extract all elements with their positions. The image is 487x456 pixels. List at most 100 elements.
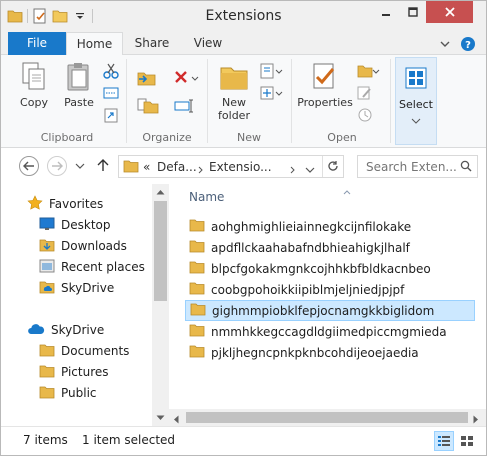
breadcrumb-separator-icon[interactable]	[198, 163, 204, 177]
list-item-label: gighmmpiobklfepjocnamgkkbiglidom	[212, 303, 435, 318]
properties-button[interactable]: Properties	[295, 61, 355, 109]
nav-item-skydrive-favorite[interactable]: SkyDrive	[39, 278, 114, 298]
paste-shortcut-icon[interactable]	[102, 107, 120, 123]
back-button[interactable]	[19, 156, 39, 176]
scroll-up-icon[interactable]	[155, 187, 166, 197]
navigation-bar: « Defa... Extensio...	[1, 148, 486, 184]
scrollbar-thumb[interactable]	[186, 412, 468, 423]
select-icon	[404, 66, 428, 90]
breadcrumb-separator-icon[interactable]	[290, 163, 296, 177]
nav-item-label: Pictures	[61, 365, 109, 379]
nav-item-label: Recent places	[61, 260, 145, 274]
nav-item-label: Documents	[61, 344, 130, 358]
folder-icon	[189, 281, 205, 298]
new-folder-label-line2: folder	[218, 109, 250, 122]
up-arrow-icon[interactable]	[97, 158, 109, 175]
nav-item-label: Downloads	[61, 239, 127, 253]
tab-file[interactable]: File	[8, 32, 66, 55]
breadcrumb-segment[interactable]: Extensio...	[209, 160, 272, 174]
group-separator	[126, 59, 127, 143]
column-header-name[interactable]: Name	[189, 190, 224, 204]
nav-item-documents[interactable]: Documents	[39, 341, 129, 361]
maximize-button[interactable]	[399, 1, 426, 23]
scrollbar-thumb[interactable]	[154, 201, 167, 301]
copy-icon	[18, 61, 50, 93]
open-icon[interactable]	[356, 63, 380, 79]
nav-item-downloads[interactable]: Downloads	[39, 236, 127, 256]
recent-places-icon	[39, 259, 55, 276]
scroll-down-icon[interactable]	[155, 413, 166, 423]
new-folder-button[interactable]: New folder	[212, 61, 256, 122]
breadcrumb-overflow[interactable]: «	[143, 160, 150, 174]
select-button[interactable]: Select	[395, 57, 437, 145]
list-item[interactable]: apdfllckaahabafndbhieahigkjlhalf	[185, 237, 475, 258]
list-item-label: blpcfgokakmgnkcojhhkbfbldkacnbeo	[211, 261, 431, 276]
search-box[interactable]	[357, 155, 478, 178]
ribbon-collapse-icon[interactable]	[437, 36, 453, 52]
paste-button[interactable]: Paste	[59, 61, 99, 109]
title-bar: Extensions	[1, 1, 486, 32]
help-icon[interactable]: ?	[460, 36, 476, 52]
breadcrumb-segment[interactable]: Defa...	[157, 160, 197, 174]
tab-share[interactable]: Share	[123, 32, 181, 55]
details-view-icon	[438, 436, 450, 446]
scroll-left-icon[interactable]	[173, 413, 179, 427]
address-bar[interactable]: « Defa... Extensio...	[118, 155, 344, 178]
list-item-selected[interactable]: gighmmpiobklfepjocnamgkkbiglidom	[185, 300, 475, 321]
nav-item-pictures[interactable]: Pictures	[39, 362, 109, 382]
ribbon-home-panel: Copy Paste Clipboard Organize New folder…	[1, 55, 486, 148]
cut-icon[interactable]	[102, 63, 120, 79]
search-icon[interactable]	[460, 160, 472, 175]
copy-button[interactable]: Copy	[13, 61, 55, 109]
details-view-button[interactable]	[434, 431, 454, 451]
tab-home[interactable]: Home	[66, 32, 123, 56]
large-icons-view-button[interactable]	[457, 431, 477, 451]
delete-icon[interactable]	[173, 69, 199, 85]
ribbon-tab-row: File Home Share View ?	[1, 32, 486, 56]
address-history-icon[interactable]	[305, 163, 315, 177]
recent-locations-icon[interactable]	[75, 160, 85, 174]
close-button[interactable]	[426, 1, 473, 23]
forward-arrow-icon	[52, 161, 63, 171]
status-selection: 1 item selected	[82, 433, 176, 447]
group-label-organize: Organize	[142, 131, 192, 144]
move-to-icon[interactable]	[136, 69, 160, 86]
nav-skydrive-label: SkyDrive	[51, 323, 105, 337]
new-item-icon[interactable]	[259, 63, 283, 79]
group-separator	[390, 59, 391, 143]
copy-to-icon[interactable]	[136, 97, 160, 114]
list-item[interactable]: coobgpohoikkiipiblmjeljniedjpjpf	[185, 279, 475, 300]
paste-label: Paste	[64, 96, 94, 109]
list-item[interactable]: pjkljhegncpnkpknbcohdijeoejaedia	[185, 342, 475, 363]
history-icon[interactable]	[356, 107, 374, 123]
refresh-icon[interactable]	[327, 160, 339, 175]
folder-icon	[39, 385, 55, 402]
copy-path-icon[interactable]	[102, 85, 120, 101]
status-item-count: 7 items	[23, 433, 68, 447]
search-input[interactable]	[366, 156, 461, 177]
list-item-label: nmmhkkegccagdldgiimedpiccmgmieda	[211, 324, 447, 339]
edit-icon[interactable]	[356, 85, 374, 101]
list-item[interactable]: nmmhkkegccagdldgiimedpiccmgmieda	[185, 321, 475, 342]
address-divider	[322, 156, 323, 177]
nav-pane-scrollbar[interactable]	[152, 184, 169, 426]
rename-icon[interactable]	[173, 97, 195, 113]
folder-icon	[189, 239, 205, 256]
list-item[interactable]: blpcfgokakmgnkcojhhkbfbldkacnbeo	[185, 258, 475, 279]
nav-skydrive[interactable]: SkyDrive	[27, 320, 104, 340]
nav-item-public[interactable]: Public	[39, 383, 97, 403]
nav-item-label: Desktop	[61, 218, 111, 232]
scroll-right-icon[interactable]	[473, 413, 479, 427]
easy-access-icon[interactable]	[259, 85, 283, 101]
minimize-button[interactable]	[372, 1, 399, 23]
folder-icon	[123, 159, 139, 176]
file-list-pane: Name aohghmighlieiainnegkcijnfilokake ap…	[171, 184, 486, 426]
file-list-hscrollbar[interactable]	[169, 409, 486, 426]
nav-favorites[interactable]: Favorites	[27, 194, 103, 214]
nav-item-recent-places[interactable]: Recent places	[39, 257, 145, 277]
tab-view[interactable]: View	[181, 32, 235, 55]
group-label-open: Open	[327, 131, 357, 144]
nav-item-desktop[interactable]: Desktop	[39, 215, 111, 235]
forward-button[interactable]	[47, 156, 67, 176]
list-item[interactable]: aohghmighlieiainnegkcijnfilokake	[185, 216, 475, 237]
